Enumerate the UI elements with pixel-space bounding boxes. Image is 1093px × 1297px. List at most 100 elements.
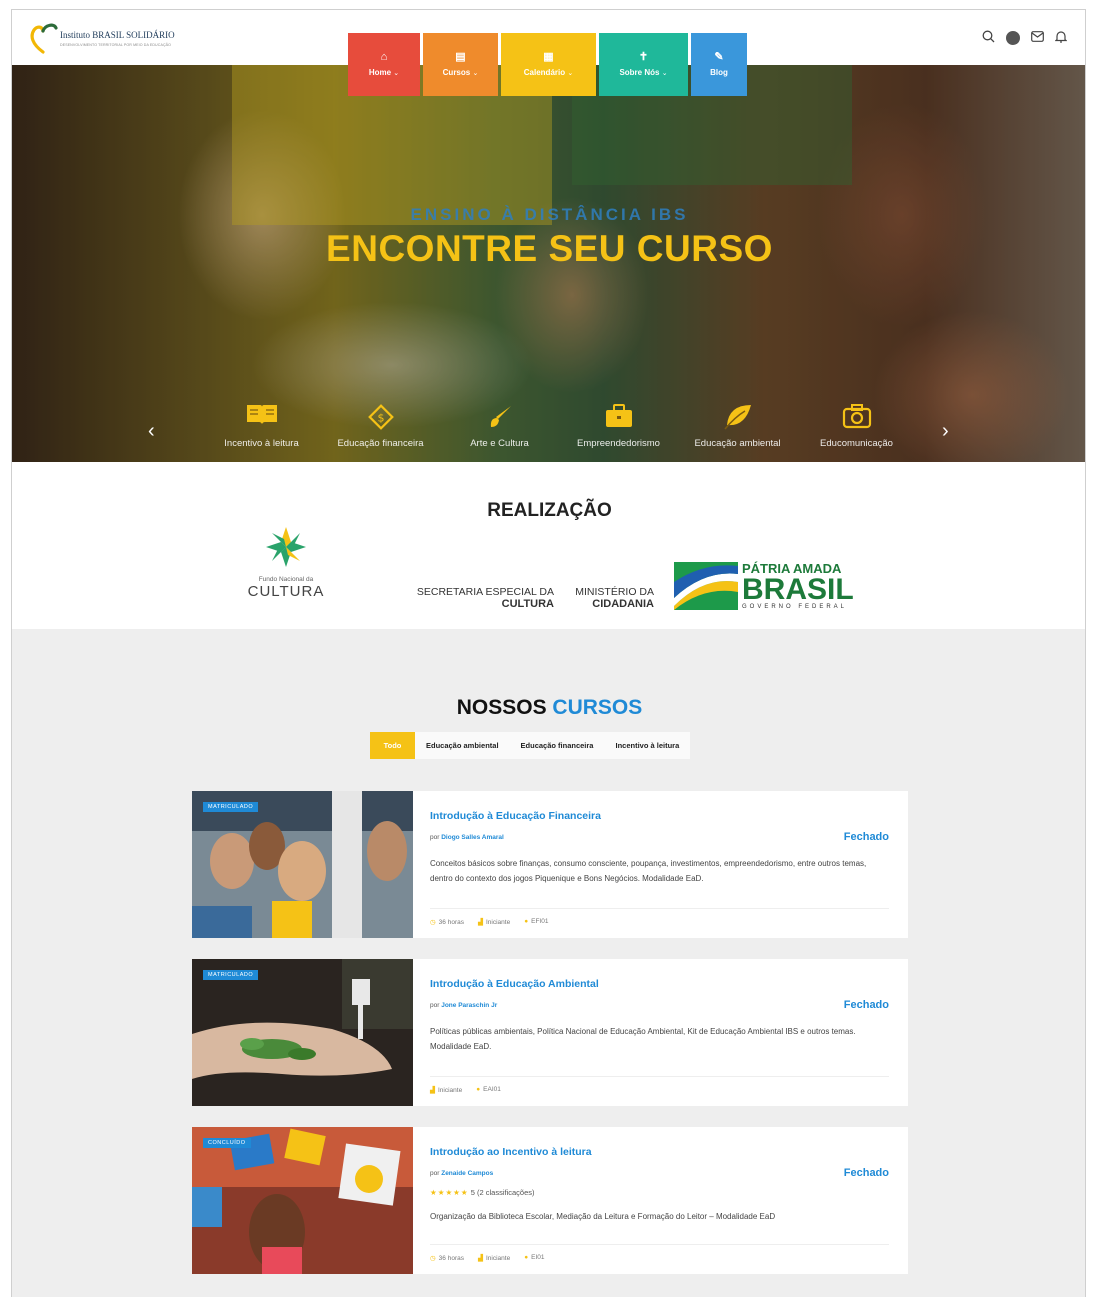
hero-subtitle: ENSINO À DISTÂNCIA IBS: [410, 205, 689, 224]
menu-cursos[interactable]: ▤ Cursos ⌄: [423, 33, 498, 96]
meta-level-value: Iniciante: [485, 1255, 511, 1262]
search-icon[interactable]: [982, 30, 995, 45]
course-enroll-status[interactable]: Fechado: [844, 831, 889, 843]
courses-section: NOSSOS CURSOS Todo Educação ambiental Ed…: [12, 629, 1085, 1297]
info-icon: ✝: [638, 51, 649, 63]
header-actions: [982, 30, 1068, 45]
page-frame: Instituto BRASIL SOLIDÁRIO DESENVOLVIMEN…: [11, 9, 1086, 1297]
category-label: Educação financeira: [337, 438, 424, 449]
tag-icon: ●: [524, 918, 529, 925]
divider: [430, 1244, 889, 1245]
filter-tab-educacao-financeira[interactable]: Educação financeira: [510, 732, 605, 759]
brush-icon: [440, 403, 559, 433]
calendar-icon: ▦: [543, 51, 554, 63]
hero-title: ENCONTRE SEU CURSO: [326, 228, 773, 269]
book-icon: ▤: [455, 51, 466, 63]
ministerio-line1: MINISTÉRIO DA: [575, 586, 654, 598]
carousel-prev-arrow-icon[interactable]: ‹: [148, 420, 155, 443]
meta-code-value: EAI01: [483, 1086, 501, 1093]
course-status-badge: MATRICULADO: [203, 970, 259, 980]
menu-blog[interactable]: ✎ Blog: [691, 33, 747, 96]
course-author: por Jone Paraschin Jr: [430, 1002, 497, 1009]
rating-text: 5 (2 classificações): [470, 1188, 535, 1197]
fnc-star-icon: [266, 527, 306, 567]
mail-icon[interactable]: [1031, 31, 1044, 44]
author-prefix: por: [430, 1002, 440, 1009]
meta-code-value: EI01: [531, 1254, 545, 1261]
avatar[interactable]: [1006, 30, 1020, 45]
author-link[interactable]: Zenaide Campos: [441, 1170, 493, 1177]
edit-icon: ✎: [714, 51, 724, 63]
course-rating: ★★★★★ 5 (2 classificações): [430, 1188, 535, 1197]
meta-code-value: EFI01: [531, 918, 549, 925]
course-image[interactable]: CONCLUÍDO: [192, 1127, 413, 1274]
category-educomunicacao[interactable]: Educomunicação: [797, 403, 916, 449]
author-link[interactable]: Jone Paraschin Jr: [441, 1002, 497, 1009]
meta-level: ▟ Iniciante: [430, 1086, 462, 1094]
chevron-down-icon: ⌄: [567, 70, 574, 77]
course-title[interactable]: Introdução ao Incentivo à leitura: [430, 1146, 592, 1158]
partners-section: REALIZAÇÃO Fundo Nacional da CULTURA SEC…: [12, 462, 1085, 629]
divider: [430, 1076, 889, 1077]
briefcase-icon: [559, 403, 678, 433]
bell-icon[interactable]: [1054, 30, 1068, 45]
hero-banner: ENSINO À DISTÂNCIA IBS ENCONTRE SEU CURS…: [12, 65, 1085, 462]
carousel-next-arrow-icon[interactable]: ›: [942, 420, 949, 443]
chevron-down-icon: ⌄: [472, 70, 479, 77]
category-label: Educação ambiental: [694, 438, 781, 449]
menu-label: Cursos: [442, 68, 471, 77]
course-description: Organização da Biblioteca Escolar, Media…: [430, 1212, 776, 1221]
meta-level-value: Iniciante: [438, 1087, 463, 1094]
course-author: por Zenaide Campos: [430, 1170, 493, 1177]
course-image[interactable]: MATRICULADO: [192, 959, 413, 1106]
course-enroll-status[interactable]: Fechado: [844, 1167, 889, 1179]
meta-code: ● EFI01: [524, 918, 548, 926]
category-label: Incentivo à leitura: [224, 438, 299, 449]
clock-icon: ◷: [430, 1255, 436, 1262]
money-diamond-icon: $: [321, 403, 440, 433]
meta-duration: ◷ 36 horas: [430, 1254, 464, 1262]
category-empreendedorismo[interactable]: Empreendedorismo: [559, 403, 678, 449]
menu-home[interactable]: ⌂ Home ⌄: [348, 33, 420, 96]
author-prefix: por: [430, 834, 440, 841]
menu-label: Blog: [710, 68, 728, 77]
course-filter-tabs: Todo Educação ambiental Educação finance…: [370, 732, 691, 759]
ministerio-logo: MINISTÉRIO DA CIDADANIA: [572, 586, 654, 610]
course-title[interactable]: Introdução à Educação Ambiental: [430, 978, 599, 990]
menu-label: Calendário: [523, 68, 566, 77]
author-link[interactable]: Diogo Salles Amaral: [441, 834, 504, 841]
course-card[interactable]: MATRICULADO Introdução à Educação Ambien…: [192, 959, 908, 1106]
course-description: Conceitos básicos sobre finanças, consum…: [430, 859, 867, 883]
menu-calendario[interactable]: ▦ Calendário ⌄: [501, 33, 596, 96]
course-author: por Diogo Salles Amaral: [430, 834, 504, 841]
category-arte-cultura[interactable]: Arte e Cultura: [440, 403, 559, 449]
author-prefix: por: [430, 1170, 440, 1177]
course-image[interactable]: MATRICULADO: [192, 791, 413, 938]
logo-mark-icon: [30, 23, 58, 54]
filter-tab-incentivo-leitura[interactable]: Incentivo à leitura: [604, 732, 690, 759]
meta-code: ● EI01: [524, 1254, 544, 1262]
fnc-logo: Fundo Nacional da CULTURA: [244, 525, 328, 600]
course-status-badge: CONCLUÍDO: [203, 1138, 251, 1148]
tag-icon: ●: [476, 1086, 481, 1093]
menu-label: Home: [368, 68, 392, 77]
category-educacao-ambiental[interactable]: Educação ambiental: [678, 403, 797, 449]
chevron-down-icon: ⌄: [393, 70, 400, 77]
course-enroll-status[interactable]: Fechado: [844, 999, 889, 1011]
secretaria-logo: SECRETARIA ESPECIAL DA CULTURA: [408, 586, 554, 610]
level-bars-icon: ▟: [477, 1255, 483, 1262]
filter-tab-educacao-ambiental[interactable]: Educação ambiental: [415, 732, 510, 759]
course-card[interactable]: MATRICULADO Introdução à Educação Financ…: [192, 791, 908, 938]
course-card[interactable]: CONCLUÍDO Introdução ao Incentivo à leit…: [192, 1127, 908, 1274]
category-educacao-financeira[interactable]: $ Educação financeira: [321, 403, 440, 449]
filter-tab-todo[interactable]: Todo: [370, 732, 415, 759]
category-label: Empreendedorismo: [577, 438, 660, 449]
courses-title-accent: CURSOS: [552, 696, 643, 719]
category-incentivo-leitura[interactable]: Incentivo à leitura: [202, 403, 321, 449]
site-logo[interactable]: Instituto BRASIL SOLIDÁRIO DESENVOLVIMEN…: [28, 22, 188, 56]
menu-sobre-nos[interactable]: ✝ Sobre Nós ⌄: [599, 33, 688, 96]
level-bars-icon: ▟: [430, 1087, 435, 1094]
course-title[interactable]: Introdução à Educação Financeira: [430, 810, 601, 822]
secretaria-line1: SECRETARIA ESPECIAL DA: [416, 586, 554, 598]
meta-duration: ◷ 36 horas: [430, 918, 464, 926]
